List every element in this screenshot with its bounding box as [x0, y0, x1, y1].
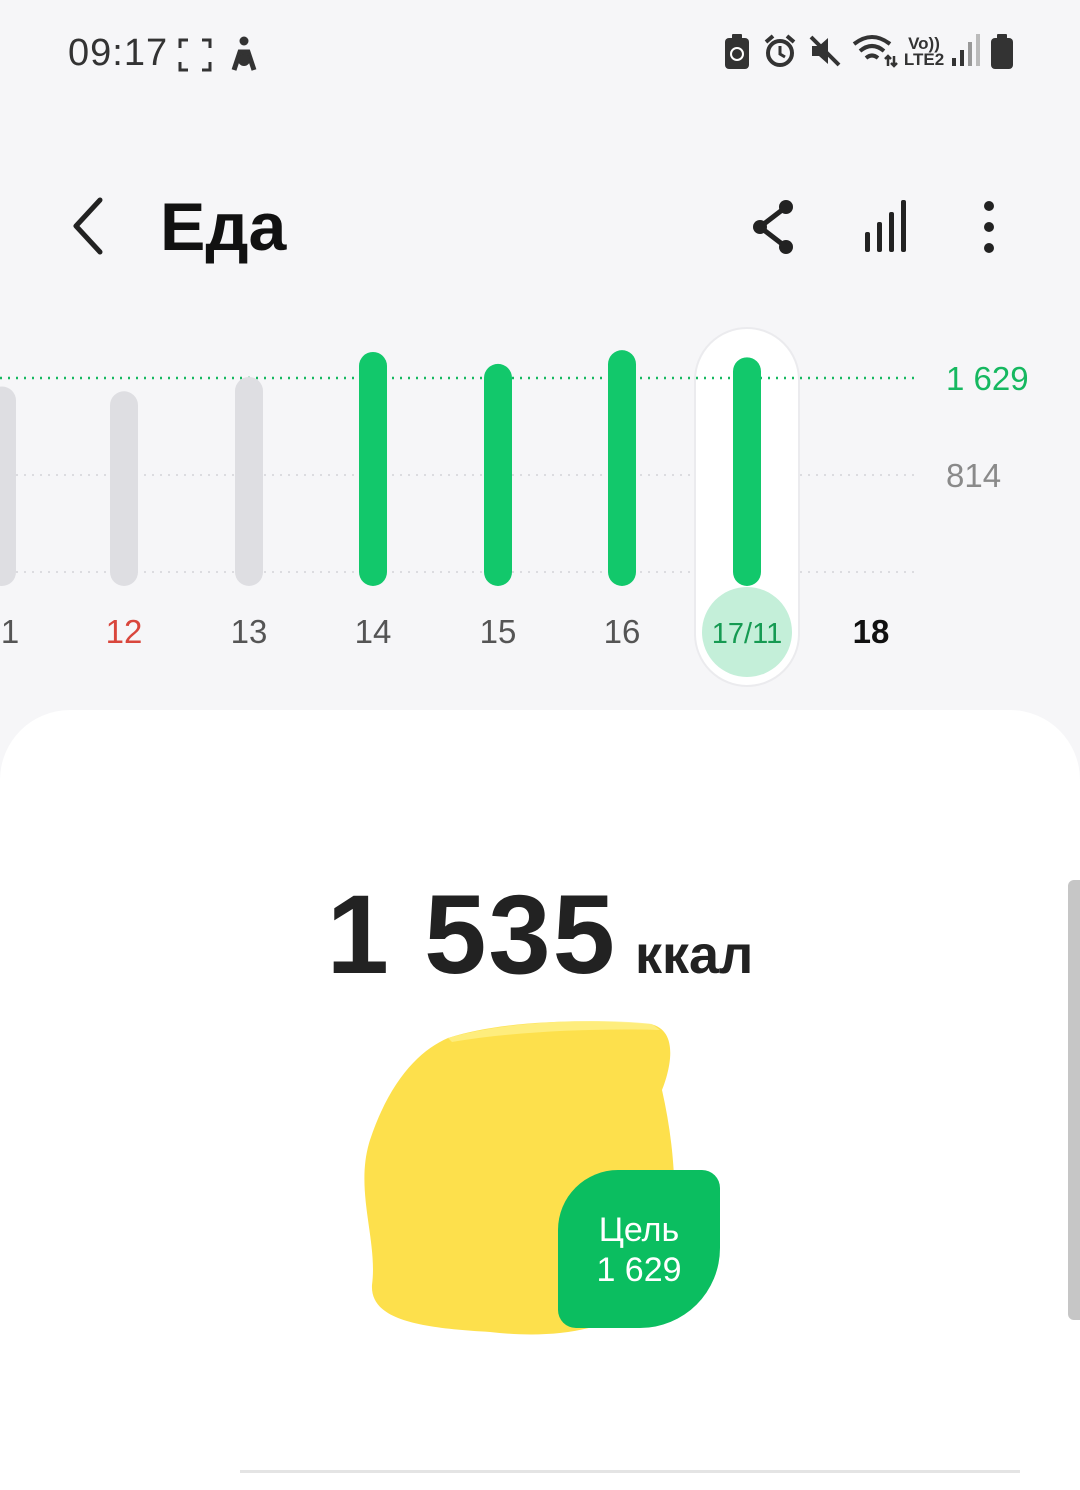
status-bar: 09:17 Vo)) LTE2	[0, 0, 1080, 110]
chart-x-label[interactable]: 15	[480, 613, 517, 650]
calorie-bar-chart[interactable]: 1 12 13 14 15 16 17/11 18 1 629 814	[0, 320, 1080, 700]
calories-unit: ккал	[634, 925, 754, 985]
battery-icon	[990, 34, 1014, 75]
share-icon	[753, 200, 793, 254]
chart-x-label[interactable]: 1	[1, 613, 19, 650]
back-button[interactable]	[60, 192, 120, 262]
calories-total: 1 535 ккал	[0, 870, 1080, 999]
accessibility-icon	[228, 36, 260, 77]
chart-x-label[interactable]: 17/11	[712, 618, 782, 650]
back-arrow-icon	[73, 197, 103, 255]
goal-value: 1 629	[596, 1251, 682, 1289]
eco-battery-icon	[724, 34, 750, 75]
more-options-button[interactable]	[954, 192, 1024, 262]
share-button[interactable]	[738, 192, 808, 262]
calories-value: 1 535	[326, 872, 617, 997]
chart-x-label[interactable]: 18	[853, 613, 890, 650]
goal-badge[interactable]: Цель 1 629	[558, 1170, 720, 1328]
chart-x-label[interactable]: 16	[604, 613, 641, 650]
chart-x-label[interactable]: 14	[355, 613, 392, 650]
signal-icon	[950, 34, 980, 73]
alarm-icon	[764, 34, 796, 73]
chart-y-label: 814	[946, 457, 1001, 494]
network-label: Vo)) LTE2	[903, 34, 945, 69]
chart-y-label: 1 629	[946, 360, 1029, 397]
wifi-icon	[852, 34, 898, 73]
more-vertical-icon	[984, 201, 994, 253]
screenshot-icon	[178, 38, 212, 77]
page-title: Еда	[160, 189, 287, 265]
header: Еда	[0, 170, 1080, 290]
mute-icon	[808, 34, 842, 73]
bar-chart-icon	[865, 200, 906, 252]
summary-card: 1 535 ккал Цель 1 629	[0, 710, 1080, 1490]
chart-x-label[interactable]: 12	[106, 613, 143, 650]
chart-x-label[interactable]: 13	[231, 613, 268, 650]
scrollbar[interactable]	[1068, 880, 1080, 1320]
status-time: 09:17	[68, 32, 169, 74]
goal-label: Цель	[598, 1211, 680, 1249]
chart-view-button[interactable]	[852, 192, 922, 262]
divider	[240, 1470, 1020, 1473]
